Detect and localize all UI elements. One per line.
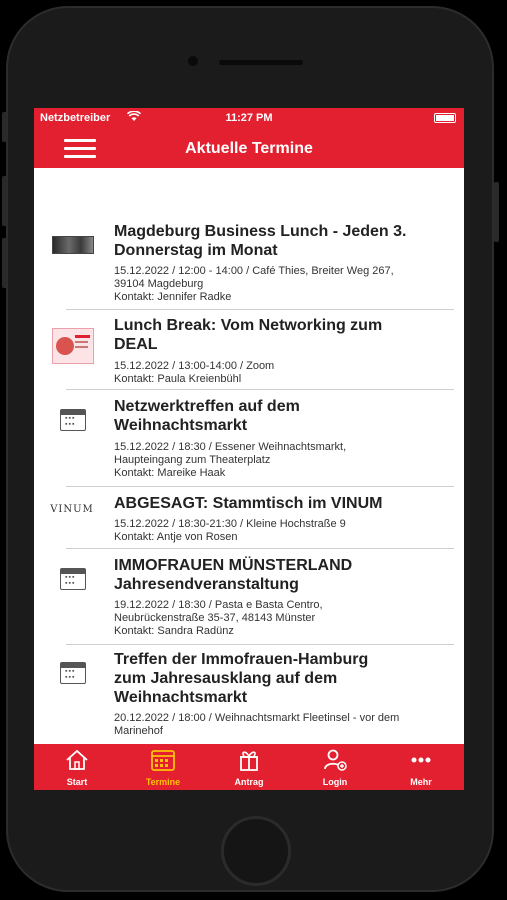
- tab-label: Start: [66, 777, 88, 787]
- event-meta: 15.12.2022 / 18:30 / Essener Weihnachtsm…: [114, 441, 347, 466]
- event-title: Netzwerktreffen auf dem Weihnachtsmarkt: [114, 398, 300, 434]
- event-meta: 19.12.2022 / 18:30 / Pasta e Basta Centr…: [114, 599, 323, 624]
- calendar-icon: [60, 409, 86, 431]
- divider: [66, 644, 454, 645]
- tab-bar: Start Termine Antrag Login Mehr: [34, 744, 464, 790]
- event-contact: Kontakt: Sandra Radünz: [114, 625, 234, 637]
- tab-label: Mehr: [410, 777, 432, 787]
- event-title: Magdeburg Business Lunch - Jeden 3. Donn…: [114, 223, 407, 259]
- volume-down-button: [2, 238, 7, 288]
- event-meta: 15.12.2022 / 18:30-21:30 / Kleine Hochst…: [114, 518, 346, 530]
- tab-antrag[interactable]: Antrag: [206, 744, 292, 790]
- event-title: ABGESAGT: Stammtisch im VINUM: [114, 495, 383, 512]
- calendar-icon: [60, 568, 86, 590]
- tab-label: Antrag: [234, 777, 264, 787]
- navigation-bar: Aktuelle Termine: [34, 130, 464, 168]
- home-button[interactable]: [221, 816, 291, 886]
- page-title: Aktuelle Termine: [185, 140, 313, 157]
- status-time: 11:27 PM: [225, 112, 273, 124]
- volume-up-button: [2, 176, 7, 226]
- event-contact: Kontakt: Paula Kreienbühl: [114, 373, 242, 385]
- vinum-logo: VINUM: [50, 504, 94, 515]
- tab-login[interactable]: Login: [292, 744, 378, 790]
- tab-termine[interactable]: Termine: [120, 744, 206, 790]
- calendar-icon: [60, 662, 86, 684]
- divider: [66, 486, 454, 487]
- tab-label: Login: [322, 777, 348, 787]
- front-camera: [188, 56, 198, 66]
- tab-label: Termine: [145, 777, 181, 787]
- event-list[interactable]: Magdeburg Business Lunch - Jeden 3. Donn…: [34, 168, 464, 744]
- event-meta: 15.12.2022 / 13:00-14:00 / Zoom: [114, 360, 275, 372]
- event-title: IMMOFRAUEN MÜNSTERLAND Jahresendveransta…: [114, 557, 353, 593]
- event-meta: 20.12.2022 / 18:00 / Weihnachtsmarkt Fle…: [114, 712, 400, 737]
- earpiece-speaker: [219, 60, 303, 65]
- event-contact: Kontakt: Antje von Rosen: [114, 531, 238, 543]
- gift-icon: [206, 748, 292, 778]
- status-bar: Netzbetreiber 11:27 PM: [34, 108, 464, 130]
- tab-mehr[interactable]: Mehr: [378, 744, 464, 790]
- divider: [66, 309, 454, 310]
- calendar-icon: [120, 748, 206, 778]
- home-icon: [34, 748, 120, 778]
- mute-switch: [2, 112, 7, 142]
- divider: [66, 389, 454, 390]
- tab-start[interactable]: Start: [34, 744, 120, 790]
- event-meta: 15.12.2022 / 12:00 - 14:00 / Café Thies,…: [114, 265, 394, 290]
- event-title: Treffen der Immofrauen-Hamburg zum Jahre…: [114, 651, 369, 706]
- more-dots-icon: [378, 748, 464, 778]
- event-title: Lunch Break: Vom Networking zum DEAL: [114, 317, 383, 353]
- event-contact: Kontakt: Jennifer Radke: [114, 291, 232, 303]
- photo-thumbnail: [52, 236, 94, 254]
- user-add-icon: [292, 748, 378, 778]
- divider: [66, 548, 454, 549]
- app-screen: Netzbetreiber 11:27 PM Aktuelle Termine …: [34, 108, 464, 790]
- flyer-thumbnail: [52, 328, 94, 364]
- battery-icon: [434, 113, 456, 123]
- event-contact: Kontakt: Mareike Haak: [114, 467, 226, 479]
- power-button: [494, 182, 499, 242]
